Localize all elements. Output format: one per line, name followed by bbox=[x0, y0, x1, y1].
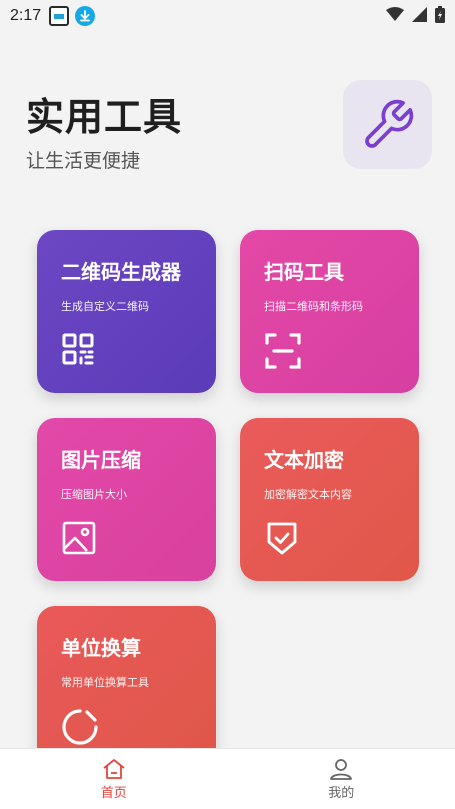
nav-label-profile: 我的 bbox=[328, 786, 355, 801]
image-icon bbox=[62, 521, 96, 555]
shield-check-icon bbox=[267, 522, 297, 555]
tool-card-unit-convert[interactable]: 单位换算 常用单位换算工具 bbox=[37, 606, 216, 766]
status-left-icons bbox=[49, 6, 96, 26]
scan-icon bbox=[265, 333, 301, 369]
signal-icon bbox=[412, 6, 427, 26]
card-desc: 常用单位换算工具 bbox=[61, 676, 149, 689]
wrench-icon bbox=[364, 99, 413, 148]
card-desc: 压缩图片大小 bbox=[61, 488, 127, 501]
card-title: 单位换算 bbox=[61, 636, 141, 660]
nav-label-home: 首页 bbox=[100, 786, 127, 801]
download-icon bbox=[75, 6, 96, 26]
card-desc: 加密解密文本内容 bbox=[264, 488, 352, 501]
card-desc: 生成自定义二维码 bbox=[61, 300, 149, 313]
tool-card-text-encrypt[interactable]: 文本加密 加密解密文本内容 bbox=[240, 418, 419, 581]
nav-item-home[interactable]: 首页 bbox=[0, 749, 228, 809]
status-right-icons bbox=[386, 5, 445, 27]
bottom-nav: 首页 我的 bbox=[0, 748, 455, 809]
wifi-icon bbox=[386, 6, 404, 26]
card-desc: 扫描二维码和条形码 bbox=[264, 300, 363, 313]
card-title: 扫码工具 bbox=[264, 260, 344, 284]
nav-item-profile[interactable]: 我的 bbox=[228, 749, 455, 809]
refresh-icon bbox=[62, 709, 98, 745]
status-time: 2:17 bbox=[10, 7, 42, 24]
home-icon bbox=[103, 759, 125, 779]
card-title: 二维码生成器 bbox=[61, 260, 181, 284]
battery-icon bbox=[435, 5, 445, 27]
header-tool-tile bbox=[343, 80, 432, 169]
tool-card-qrcode-generator[interactable]: 二维码生成器 生成自定义二维码 bbox=[37, 230, 216, 393]
tool-card-scan[interactable]: 扫码工具 扫描二维码和条形码 bbox=[240, 230, 419, 393]
page-subtitle: 让生活更便捷 bbox=[26, 150, 141, 172]
page-title: 实用工具 bbox=[26, 95, 183, 139]
app-notification-icon bbox=[49, 6, 70, 26]
status-bar: 2:17 bbox=[0, 0, 455, 32]
qrcode-icon bbox=[62, 333, 94, 365]
user-icon bbox=[330, 759, 353, 780]
tool-card-image-compress[interactable]: 图片压缩 压缩图片大小 bbox=[37, 418, 216, 581]
card-title: 文本加密 bbox=[264, 448, 344, 472]
card-title: 图片压缩 bbox=[61, 448, 141, 472]
